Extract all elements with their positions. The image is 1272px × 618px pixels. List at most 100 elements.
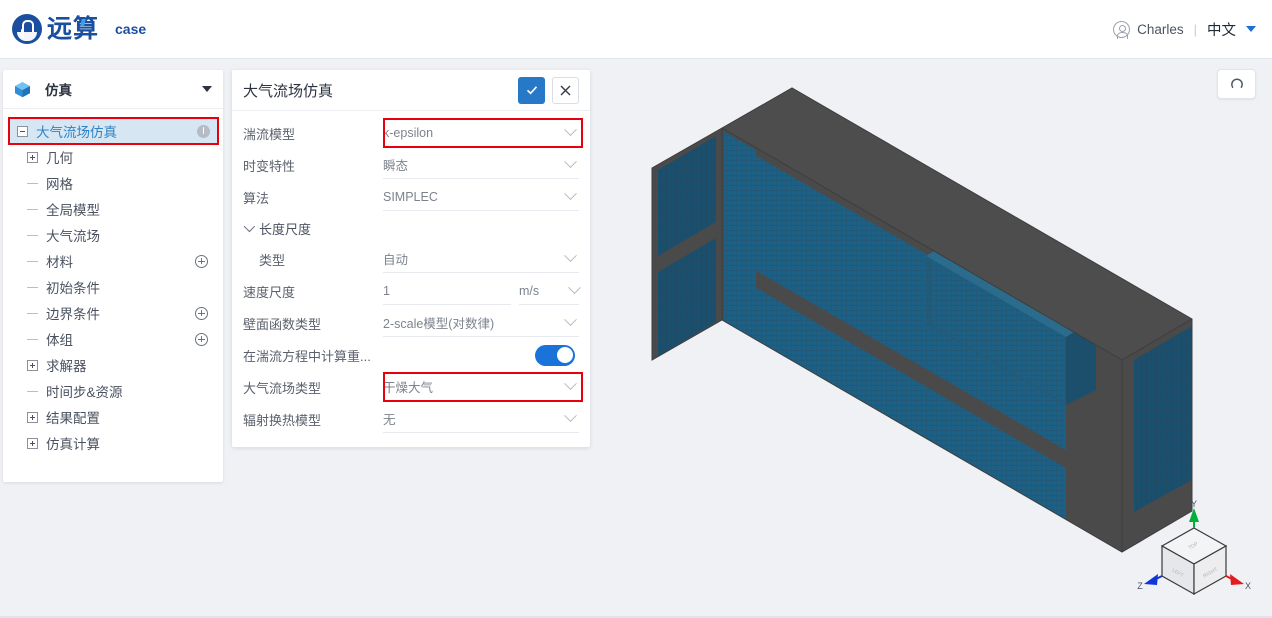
- user-name: Charles: [1137, 21, 1184, 37]
- collapse-icon[interactable]: [17, 125, 28, 137]
- tree-connector-icon: [27, 182, 38, 184]
- case-label[interactable]: case: [115, 21, 146, 37]
- chevron-down-icon[interactable]: [564, 187, 577, 201]
- toggle-switch[interactable]: [535, 344, 575, 366]
- chevron-down-icon[interactable]: [564, 249, 577, 263]
- field-row-6: 壁面函数类型 2-scale模型(对数律): [243, 307, 579, 339]
- confirm-button[interactable]: [518, 76, 545, 104]
- caret-down-icon[interactable]: [1246, 26, 1256, 32]
- tree-item-label: 网格: [46, 177, 73, 192]
- panel-header: 大气流场仿真: [232, 70, 590, 111]
- field-select[interactable]: 瞬态: [383, 151, 579, 179]
- properties-panel: 大气流场仿真 湍流模型 k-epsilon 时变特性 瞬态算法 SIMPLEC 长度尺度类…: [232, 70, 590, 447]
- field-row-5: 速度尺度 1 m/s: [243, 275, 581, 307]
- close-icon: [560, 85, 571, 95]
- field-number-input[interactable]: 1: [383, 277, 511, 305]
- chevron-down-icon[interactable]: [568, 281, 581, 295]
- tree-connector-icon: [27, 390, 38, 392]
- chevron-down-icon[interactable]: [564, 123, 577, 137]
- field-label: 类型: [259, 252, 286, 268]
- top-bar: 远算 case Charles | 中文: [0, 0, 1272, 59]
- tree-item-5[interactable]: 材料: [3, 248, 223, 274]
- user-menu[interactable]: Charles: [1113, 20, 1184, 39]
- sidebar-title: 仿真: [45, 83, 72, 98]
- add-icon[interactable]: [195, 254, 208, 268]
- tree-item-label: 大气流场: [46, 229, 100, 244]
- field-select[interactable]: 干燥大气: [383, 373, 579, 401]
- expand-icon[interactable]: [27, 437, 38, 449]
- logo-text: 远算: [47, 14, 100, 43]
- info-icon[interactable]: [197, 124, 210, 138]
- language-selector[interactable]: 中文: [1207, 19, 1236, 40]
- tree-item-8[interactable]: 体组: [3, 326, 223, 352]
- field-select[interactable]: k-epsilon: [383, 119, 579, 147]
- triad-x-label: X: [1245, 581, 1251, 591]
- field-label: 湍流模型: [243, 126, 296, 142]
- tree-item-label: 材料: [46, 255, 73, 270]
- viewport-3d[interactable]: TOP LEFT RIGHT Y X Z: [596, 60, 1272, 618]
- yuansuan-logo-icon: [12, 14, 42, 44]
- field-select[interactable]: SIMPLEC: [383, 183, 579, 211]
- panel-actions: [518, 76, 579, 104]
- tree-item-label: 时间步&资源: [46, 385, 123, 400]
- sidebar: 仿真 大气流场仿真几何网格全局模型大气流场材料初始条件 边界条件体组求解器时间步&…: [3, 70, 223, 482]
- chevron-down-icon[interactable]: [564, 155, 577, 169]
- expand-icon[interactable]: [27, 359, 38, 371]
- field-label: 在湍流方程中计算重...: [243, 348, 371, 364]
- logo-bowl-shape: [17, 32, 37, 41]
- field-select[interactable]: 无: [383, 405, 579, 433]
- field-select[interactable]: 2-scale模型(对数律): [383, 309, 579, 337]
- field-row-0: 湍流模型 k-epsilon: [243, 117, 583, 149]
- simulation-tree: 大气流场仿真几何网格全局模型大气流场材料初始条件 边界条件体组求解器时间步&资源结…: [3, 109, 223, 456]
- sidebar-header[interactable]: 仿真: [3, 70, 223, 109]
- panel-form: 湍流模型 k-epsilon 时变特性 瞬态 算法 SIMPLEC 长度尺度 类型 自动 速度尺度…: [232, 111, 590, 435]
- field-row-7: 在湍流方程中计算重...: [243, 339, 579, 371]
- expand-icon[interactable]: [27, 151, 38, 163]
- tree-item-2[interactable]: 网格: [3, 170, 223, 196]
- field-group-3[interactable]: 长度尺度: [243, 213, 579, 243]
- user-avatar-icon: [1113, 20, 1131, 39]
- field-toggle[interactable]: [383, 341, 579, 369]
- tree-connector-icon: [27, 260, 38, 262]
- tree-item-7[interactable]: 边界条件: [3, 300, 223, 326]
- cancel-button[interactable]: [552, 76, 579, 104]
- tree-item-label: 大气流场仿真: [36, 125, 117, 140]
- chevron-down-icon[interactable]: [564, 313, 577, 327]
- tree-item-12[interactable]: 仿真计算: [3, 430, 223, 456]
- tree-connector-icon: [27, 208, 38, 210]
- field-group-label: 长度尺度: [259, 221, 312, 237]
- tree-item-11[interactable]: 结果配置: [3, 404, 223, 430]
- add-icon[interactable]: [195, 332, 208, 346]
- expand-icon[interactable]: [27, 411, 38, 423]
- caret-down-icon[interactable]: [202, 86, 212, 92]
- field-value: k-epsilon: [383, 125, 434, 140]
- tree-item-3[interactable]: 全局模型: [3, 196, 223, 222]
- field-label: 时变特性: [243, 158, 296, 174]
- tree-item-label: 结果配置: [46, 411, 100, 426]
- tree-item-1[interactable]: 几何: [3, 144, 223, 170]
- field-unit-value: m/s: [519, 283, 540, 298]
- field-label: 壁面函数类型: [243, 316, 322, 332]
- tree-item-label: 几何: [46, 151, 73, 166]
- field-unit-select[interactable]: m/s: [519, 277, 581, 305]
- add-icon[interactable]: [195, 306, 208, 320]
- brand-logo[interactable]: 远算: [12, 14, 98, 44]
- tree-item-4[interactable]: 大气流场: [3, 222, 223, 248]
- axis-triad-widget[interactable]: TOP LEFT RIGHT Y X Z: [1134, 498, 1254, 610]
- cube-icon: [14, 81, 31, 98]
- topbar-divider: |: [1193, 21, 1197, 37]
- tree-connector-icon: [27, 312, 38, 314]
- field-value: 干燥大气: [383, 381, 434, 395]
- tree-item-9[interactable]: 求解器: [3, 352, 223, 378]
- panel-title: 大气流场仿真: [243, 82, 334, 100]
- chevron-down-icon[interactable]: [564, 409, 577, 423]
- tree-item-6[interactable]: 初始条件: [3, 274, 223, 300]
- field-select[interactable]: 自动: [383, 245, 579, 273]
- chevron-down-icon[interactable]: [564, 377, 577, 391]
- field-label: 算法: [243, 190, 270, 206]
- tree-item-label: 体组: [46, 333, 73, 348]
- tree-item-10[interactable]: 时间步&资源: [3, 378, 223, 404]
- field-row-1: 时变特性 瞬态: [243, 149, 579, 181]
- tree-item-0[interactable]: 大气流场仿真: [8, 117, 219, 145]
- tree-connector-icon: [27, 338, 38, 340]
